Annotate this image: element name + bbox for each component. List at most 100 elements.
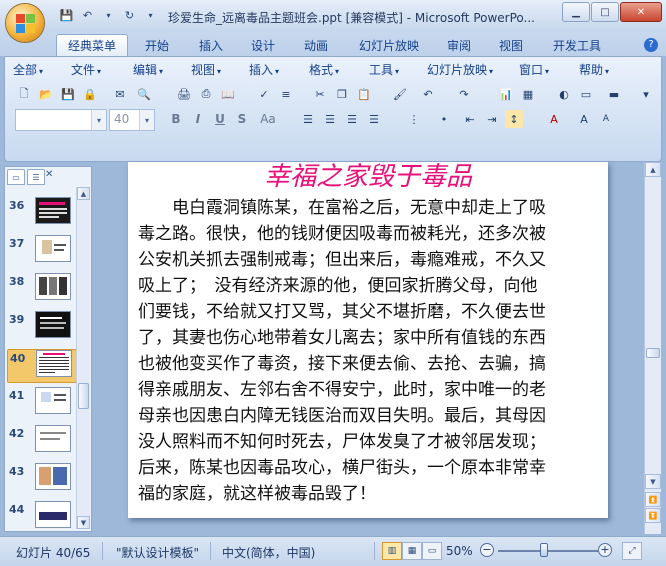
research-icon[interactable]: 📖 xyxy=(219,85,237,103)
slides-tab-icon[interactable]: ▭ xyxy=(7,169,25,185)
normal-view-icon[interactable]: ▥ xyxy=(382,542,402,560)
color-gray-icon[interactable]: ◐ xyxy=(555,85,573,103)
slide-canvas[interactable]: 幸福之家毁于毒品 电白霞洞镇陈某，在富裕之后，无意中却走上了吸 毒之路。很快，他… xyxy=(128,162,608,518)
redo-icon[interactable]: ↻ xyxy=(121,7,138,24)
scrollbar-thumb[interactable] xyxy=(78,383,89,409)
slide-thumb[interactable]: 37 xyxy=(7,235,75,267)
dropdown-icon[interactable]: ▾ xyxy=(100,7,117,24)
decrease-indent-icon[interactable]: ⇤ xyxy=(461,110,479,128)
tab-home[interactable]: 开始 xyxy=(134,36,180,56)
slide-title[interactable]: 幸福之家毁于毒品 xyxy=(128,162,608,193)
tab-insert[interactable]: 插入 xyxy=(188,36,234,56)
more-icon[interactable]: ▾ xyxy=(637,85,655,103)
slide-thumb[interactable]: 42 xyxy=(7,425,75,457)
align-left-icon[interactable]: ☰ xyxy=(299,110,317,128)
zoom-in-icon[interactable]: + xyxy=(598,543,612,557)
italic-button[interactable]: I xyxy=(189,109,207,129)
font-color-icon[interactable]: A xyxy=(545,110,563,128)
tab-design[interactable]: 设计 xyxy=(240,36,286,56)
numbering-icon[interactable]: ⋮ xyxy=(405,110,423,128)
cut-icon[interactable]: ✂ xyxy=(311,85,329,103)
change-case-button[interactable]: Aa xyxy=(255,109,281,129)
slide-thumb[interactable]: 41 xyxy=(7,387,75,419)
scroll-down-icon[interactable]: ▼ xyxy=(645,474,661,489)
scrollbar-thumb[interactable] xyxy=(646,348,660,358)
line-spacing-icon[interactable]: ↕ xyxy=(505,110,523,128)
slide-thumb[interactable]: 39 xyxy=(7,311,75,343)
slide-sorter-icon[interactable]: ▦ xyxy=(402,542,422,560)
chevron-down-icon[interactable]: ▾ xyxy=(91,110,106,130)
previous-slide-icon[interactable]: ⏫ xyxy=(645,492,661,507)
menu-help[interactable]: 帮助 ▾ xyxy=(579,61,609,78)
bold-button[interactable]: B xyxy=(167,109,185,129)
slide-thumb-selected[interactable]: 40 xyxy=(7,349,77,383)
align-right-icon[interactable]: ☰ xyxy=(343,110,361,128)
menu-format[interactable]: 格式 ▾ xyxy=(309,61,339,78)
color-scheme-icon[interactable]: ▬ xyxy=(605,85,623,103)
language-indicator[interactable]: 中文(简体，中国) xyxy=(222,544,315,561)
next-slide-icon[interactable]: ⏬ xyxy=(645,508,661,523)
align-center-icon[interactable]: ☰ xyxy=(321,110,339,128)
close-icon[interactable]: ✕ xyxy=(620,2,662,22)
fit-to-window-icon[interactable]: ⤢ xyxy=(622,542,642,560)
office-button[interactable] xyxy=(6,4,44,42)
new-icon[interactable]: 🗋 xyxy=(15,85,33,103)
zoom-level[interactable]: 50% xyxy=(446,544,473,558)
slide-thumb[interactable]: 36 xyxy=(7,197,75,229)
scroll-up-icon[interactable]: ▲ xyxy=(645,162,661,177)
save-icon[interactable]: 💾 xyxy=(59,85,77,103)
slide-body-text[interactable]: 电白霞洞镇陈某，在富裕之后，无意中却走上了吸 毒之路。很快，他的钱财便因吸毒而被… xyxy=(138,195,596,507)
help-icon[interactable]: ? xyxy=(644,38,658,52)
increase-indent-icon[interactable]: ⇥ xyxy=(483,110,501,128)
chevron-down-icon[interactable]: ▾ xyxy=(139,110,154,130)
close-icon[interactable]: ✕ xyxy=(45,169,53,180)
menu-slideshow[interactable]: 幻灯片放映 ▾ xyxy=(427,61,493,78)
print-preview-icon[interactable]: 🔍 xyxy=(135,85,153,103)
menu-tools[interactable]: 工具 ▾ xyxy=(369,61,399,78)
chart-icon[interactable]: 📊 xyxy=(497,85,515,103)
zoom-out-icon[interactable]: − xyxy=(480,543,494,557)
permission-icon[interactable]: 🔒 xyxy=(81,85,99,103)
menu-insert[interactable]: 插入 ▾ xyxy=(249,61,279,78)
spelling-icon[interactable]: ✓ xyxy=(255,85,273,103)
tab-slideshow[interactable]: 幻灯片放映 xyxy=(349,36,429,56)
menu-all[interactable]: 全部 ▾ xyxy=(13,61,43,78)
underline-button[interactable]: U xyxy=(211,109,229,129)
email-icon[interactable]: ✉ xyxy=(111,85,129,103)
font-name-combo[interactable]: ▾ xyxy=(15,109,107,131)
decrease-font-icon[interactable]: A xyxy=(597,110,615,128)
thesaurus-icon[interactable]: ≡ xyxy=(277,85,295,103)
customize-qat-icon[interactable]: ▾ xyxy=(142,7,159,24)
tab-view[interactable]: 视图 xyxy=(488,36,534,56)
format-painter-icon[interactable]: 🖌 xyxy=(391,85,409,103)
undo-icon[interactable]: ↶ xyxy=(419,85,437,103)
save-icon[interactable]: 💾 xyxy=(58,7,75,24)
slides-pane-scrollbar[interactable]: ▲ ▼ xyxy=(76,187,90,529)
copy-icon[interactable]: ❐ xyxy=(333,85,351,103)
slideshow-icon[interactable]: ▭ xyxy=(422,542,442,560)
undo-icon[interactable]: ↶ xyxy=(79,7,96,24)
bullets-icon[interactable]: • xyxy=(435,110,453,128)
tab-classic-menu[interactable]: 经典菜单 xyxy=(56,34,128,57)
open-icon[interactable]: 📂 xyxy=(37,85,55,103)
redo-icon[interactable]: ↷ xyxy=(455,85,473,103)
menu-window[interactable]: 窗口 ▾ xyxy=(519,61,549,78)
font-size-combo[interactable]: 40 ▾ xyxy=(109,109,155,131)
minimize-icon[interactable]: ▁ xyxy=(562,2,590,22)
table-icon[interactable]: ▦ xyxy=(519,85,537,103)
slide-thumb[interactable]: 44 xyxy=(7,501,75,533)
outline-tab-icon[interactable]: ☰ xyxy=(27,169,45,185)
paste-icon[interactable]: 📋 xyxy=(355,85,373,103)
slide-thumb[interactable]: 38 xyxy=(7,273,75,305)
increase-font-icon[interactable]: A xyxy=(575,110,593,128)
zoom-slider-thumb[interactable] xyxy=(540,543,548,557)
zoom-slider-track[interactable] xyxy=(498,550,598,552)
tab-developer[interactable]: 开发工具 xyxy=(542,36,612,56)
tab-review[interactable]: 审阅 xyxy=(436,36,482,56)
menu-edit[interactable]: 编辑 ▾ xyxy=(133,61,163,78)
justify-icon[interactable]: ☰ xyxy=(365,110,383,128)
scroll-down-icon[interactable]: ▼ xyxy=(77,516,90,529)
quick-print-icon[interactable]: ⎙ xyxy=(197,85,215,103)
menu-view[interactable]: 视图 ▾ xyxy=(191,61,221,78)
maximize-icon[interactable]: □ xyxy=(591,2,619,22)
